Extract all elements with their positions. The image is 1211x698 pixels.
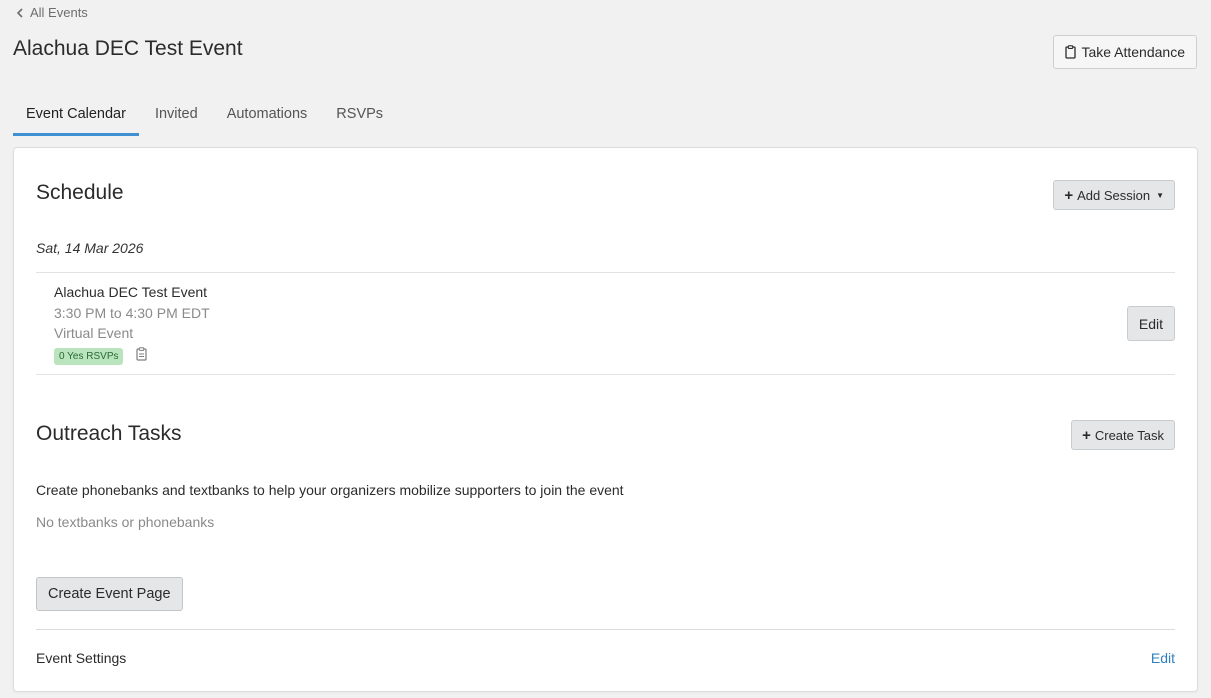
tab-rsvps[interactable]: RSVPs xyxy=(323,97,396,136)
chevron-left-icon xyxy=(16,7,23,18)
session-row: Alachua DEC Test Event 3:30 PM to 4:30 P… xyxy=(36,272,1175,375)
plus-icon: + xyxy=(1082,426,1091,444)
session-time: 3:30 PM to 4:30 PM EDT xyxy=(54,305,210,321)
event-settings-edit-link[interactable]: Edit xyxy=(1151,650,1175,666)
add-session-label: Add Session xyxy=(1077,187,1151,203)
create-task-button[interactable]: + Create Task xyxy=(1071,420,1175,450)
tab-automations[interactable]: Automations xyxy=(214,97,321,136)
page-title: Alachua DEC Test Event xyxy=(13,37,243,60)
session-name: Alachua DEC Test Event xyxy=(54,284,208,300)
back-link-all-events[interactable]: All Events xyxy=(16,5,88,20)
event-settings-label: Event Settings xyxy=(36,650,127,666)
caret-down-icon: ▼ xyxy=(1156,190,1164,200)
event-page: All Events Alachua DEC Test Event Take A… xyxy=(0,0,1211,698)
add-session-button[interactable]: + Add Session ▼ xyxy=(1053,180,1175,210)
plus-icon: + xyxy=(1064,186,1074,204)
take-attendance-label: Take Attendance xyxy=(1081,44,1185,60)
back-link-label: All Events xyxy=(30,5,88,20)
event-tabs: Event Calendar Invited Automations RSVPs xyxy=(13,97,399,136)
clipboard-icon[interactable] xyxy=(136,347,147,361)
outreach-empty-state: No textbanks or phonebanks xyxy=(36,514,215,530)
session-type: Virtual Event xyxy=(54,325,134,341)
schedule-title: Schedule xyxy=(36,181,124,204)
outreach-description: Create phonebanks and textbanks to help … xyxy=(36,482,624,498)
clipboard-icon xyxy=(1065,45,1077,59)
create-event-page-button[interactable]: Create Event Page xyxy=(36,577,183,611)
create-task-label: Create Task xyxy=(1094,427,1164,443)
schedule-date: Sat, 14 Mar 2026 xyxy=(36,240,144,256)
take-attendance-button[interactable]: Take Attendance xyxy=(1053,35,1197,69)
outreach-tasks-title: Outreach Tasks xyxy=(36,422,182,445)
tab-invited[interactable]: Invited xyxy=(142,97,211,136)
tab-event-calendar[interactable]: Event Calendar xyxy=(13,97,139,136)
divider xyxy=(36,629,1175,630)
event-calendar-panel: Schedule + Add Session ▼ Sat, 14 Mar 202… xyxy=(13,147,1198,692)
session-edit-button[interactable]: Edit xyxy=(1126,306,1175,341)
rsvp-badge: 0 Yes RSVPs xyxy=(54,348,124,365)
